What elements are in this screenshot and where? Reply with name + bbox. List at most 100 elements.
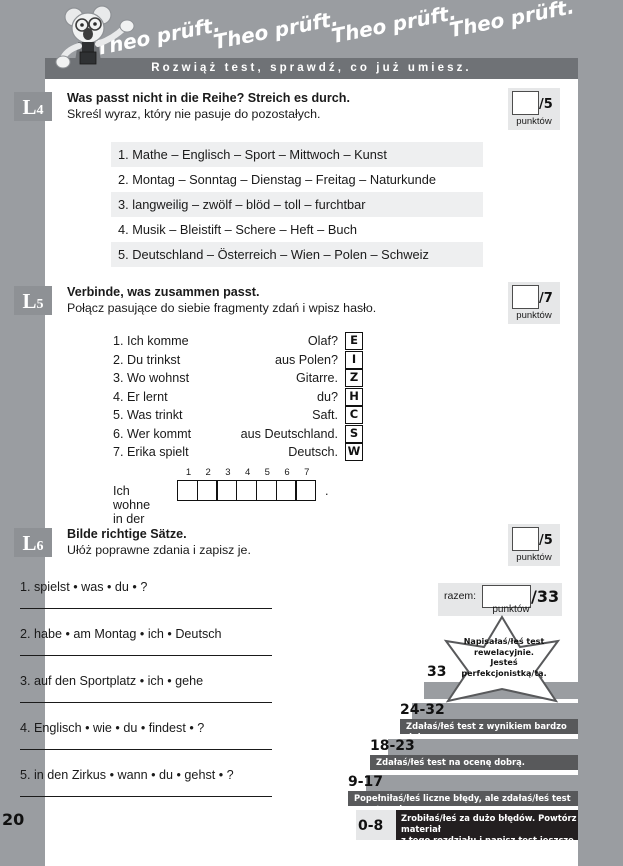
points-max-l4: /5 — [539, 97, 553, 112]
grade-message-18-23: Zdałaś/łeś test na ocenę dobrą. — [370, 755, 578, 770]
l4-item: 3. langweilig – zwölf – blöd – toll – fu… — [111, 192, 483, 217]
l5-right-fragment: Deutsch. — [288, 445, 338, 459]
haslo-cell[interactable]: 4 — [236, 467, 258, 501]
haslo-cell[interactable]: 1 — [177, 467, 198, 501]
exercise-title-de-l4: Was passt nicht in die Reihe? Streich es… — [67, 91, 350, 105]
razem-caption: punktów — [492, 604, 530, 615]
grade-score-9-17: 9-17 — [348, 774, 384, 790]
l5-pair-row: 6. Wer kommt aus Deutschland. — [113, 425, 338, 444]
l5-left-fragment: 2. Du trinkst — [113, 352, 181, 367]
haslo-cell[interactable]: 6 — [275, 467, 297, 501]
l5-letter-box: Z — [345, 369, 363, 387]
header-script-part-4: Theo prüft. — [447, 0, 577, 42]
haslo-cell[interactable]: 7 — [295, 467, 317, 501]
right-gutter — [578, 0, 623, 866]
points-box-l6: /5 punktów — [508, 524, 560, 566]
header-script-title: Theo prüft. Theo prüft. Theo prüft. Theo… — [93, 0, 576, 58]
grade-message-0-8-line2: z tego rozdziału i napisz test jeszcze r… — [401, 835, 574, 856]
l6-answer-line[interactable] — [20, 608, 272, 609]
l5-pair-row: 3. Wo wohnst Gitarre. — [113, 369, 338, 388]
l5-right-fragment: du? — [316, 389, 338, 404]
grade-message-0-8: Zrobiłaś/łeś za dużo błędów. Powtórz mat… — [396, 810, 578, 856]
exercise-tag-l4: L4 — [14, 92, 52, 121]
l5-letter-box: E — [345, 332, 363, 350]
l5-pair-row: 7. Erika spielt Deutsch. — [113, 443, 338, 462]
l5-pair-list: 1. Ich komme Olaf? 2. Du trinkst aus Pol… — [113, 332, 338, 462]
haslo-cell[interactable]: 5 — [255, 467, 277, 501]
exercise-title-de-l6: Bilde richtige Sätze. — [67, 527, 187, 541]
grade-score-18-23: 18-23 — [370, 738, 415, 754]
exercise-tag-number-l5: 5 — [36, 297, 44, 312]
haslo-cell[interactable]: 3 — [216, 467, 238, 501]
l6-sentence-text: 1. spielst • was • du • ? — [20, 580, 148, 594]
l5-left-fragment: 5. Was trinkt — [113, 408, 183, 422]
grade-score-24-32: 24-32 — [400, 702, 445, 718]
exercise-tag-letter-l4: L — [22, 95, 37, 119]
grade-score-33: 33 — [427, 664, 447, 680]
points-max-l5: /7 — [539, 291, 553, 306]
star-line-2: rewelacyjnie. — [474, 647, 534, 657]
grade-bar-18-23 — [388, 739, 578, 755]
l5-letter-box: S — [345, 424, 363, 443]
l5-right-fragment: aus Polen? — [274, 352, 338, 367]
star-line-4: perfekcjonistką/tą. — [461, 668, 547, 678]
l4-item: 5. Deutschland – Österreich – Wien – Pol… — [111, 242, 483, 267]
l6-sentence-text: 3. auf den Sportplatz • ich • gehe — [20, 674, 204, 688]
header-script-part-2: Theo prüft. — [211, 6, 341, 54]
l4-item: 4. Musik – Bleistift – Schere – Heft – B… — [111, 217, 483, 242]
exercise-tag-letter-l6: L — [22, 531, 37, 555]
l5-left-fragment: 3. Wo wohnst — [113, 371, 190, 385]
exercise-title-pl-l5: Połącz pasujące do siebie fragmenty zdań… — [67, 301, 377, 315]
l5-left-fragment: 4. Er lernt — [113, 389, 168, 404]
l4-item-list: 1. Mathe – Englisch – Sport – Mittwoch –… — [111, 142, 483, 267]
grade-message-24-32: Zdałaś/łeś test z wynikiem bardzo dobrym… — [400, 719, 578, 742]
l6-answer-line[interactable] — [20, 702, 272, 703]
exercise-tag-number-l4: 4 — [36, 103, 44, 118]
points-caption-l6: punktów — [516, 552, 552, 563]
l5-letter-column: E I Z H C S W — [345, 332, 363, 462]
l5-right-fragment: Olaf? — [307, 334, 338, 348]
points-box-l4: /5 punktów — [508, 88, 560, 130]
l4-item: 1. Mathe – Englisch – Sport – Mittwoch –… — [111, 142, 483, 167]
grade-message-9-17: Popełniłaś/łeś liczne błędy, ale zdałaś/… — [348, 791, 578, 814]
points-input-l4[interactable] — [512, 91, 539, 115]
exercise-title-pl-l6: Ułóż poprawne zdania i zapisz je. — [67, 543, 251, 557]
points-caption-l4: punktów — [516, 116, 552, 127]
points-max-l6: /5 — [539, 533, 553, 548]
l6-sentence-text: 4. Englisch • wie • du • findest • ? — [20, 721, 205, 735]
exercise-tag-letter-l5: L — [22, 289, 37, 313]
l5-pair-row: 4. Er lernt du? — [113, 388, 338, 407]
l5-left-fragment: 6. Wer kommt — [113, 426, 192, 441]
l5-letter-box: W — [345, 443, 363, 461]
haslo-cell[interactable]: 2 — [196, 467, 218, 501]
points-box-l5: /7 punktów — [508, 282, 560, 324]
haslo-cell-number: 6 — [284, 467, 290, 478]
l6-sentence-item: 2. habe • am Montag • ich • Deutsch — [20, 626, 310, 673]
l6-answer-line[interactable] — [20, 749, 272, 750]
l5-pair-row: 5. Was trinkt Saft. — [113, 406, 338, 425]
l5-letter-box: C — [345, 406, 363, 424]
l6-sentence-text: 2. habe • am Montag • ich • Deutsch — [20, 627, 222, 641]
l5-left-fragment: 1. Ich komme — [113, 334, 189, 348]
l5-right-fragment: Gitarre. — [296, 371, 338, 385]
grade-star: Napisałaś/łeś test rewelacyjnie. Jesteś … — [432, 615, 572, 705]
grade-star-message: Napisałaś/łeś test rewelacyjnie. Jesteś … — [460, 637, 548, 679]
star-line-1: Napisałaś/łeś test — [463, 637, 545, 646]
haslo-cell-number: 5 — [264, 467, 270, 478]
page-number: 20 — [2, 810, 25, 829]
points-input-l6[interactable] — [512, 527, 539, 551]
haslo-box-group: 1 2 3 4 5 6 7 — [177, 467, 317, 501]
l5-letter-box: I — [345, 350, 363, 369]
haslo-cell-number: 1 — [185, 467, 192, 478]
points-caption-l5: punktów — [516, 310, 552, 321]
haslo-period: . — [325, 484, 329, 498]
exercise-title-de-l5: Verbinde, was zusammen passt. — [67, 285, 260, 299]
l6-sentence-item: 3. auf den Sportplatz • ich • gehe — [20, 673, 310, 720]
haslo-cell-number: 3 — [225, 467, 231, 478]
exercise-tag-number-l6: 6 — [36, 539, 44, 554]
l5-right-fragment: Saft. — [312, 408, 338, 422]
points-input-l5[interactable] — [512, 285, 539, 309]
l6-answer-line[interactable] — [20, 796, 272, 797]
l6-answer-line[interactable] — [20, 655, 272, 656]
exercise-tag-l5: L5 — [14, 286, 52, 315]
